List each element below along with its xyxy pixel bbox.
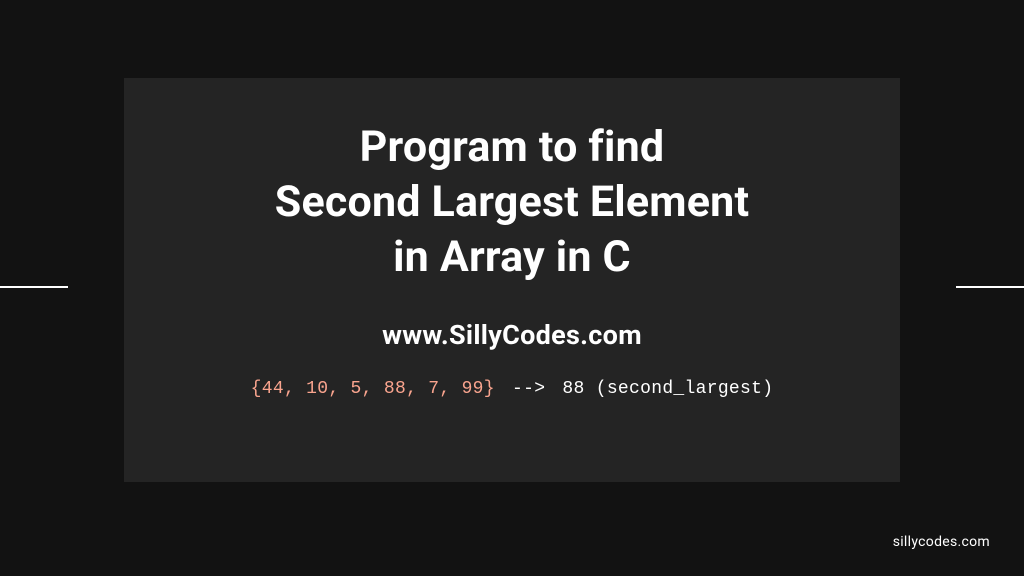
footer-brand: sillycodes.com [893, 534, 990, 550]
title-line-3: in Array in C [275, 230, 749, 285]
code-result: 88 (second_largest) [562, 379, 773, 399]
code-example: {44, 10, 5, 88, 7, 99} --> 88 (second_la… [251, 379, 774, 399]
decorative-line-right [956, 286, 1024, 288]
main-title: Program to find Second Largest Element i… [275, 120, 749, 285]
content-card: Program to find Second Largest Element i… [124, 78, 900, 482]
code-arrow: --> [501, 379, 557, 399]
title-line-1: Program to find [275, 120, 749, 175]
decorative-line-left [0, 286, 68, 288]
title-line-2: Second Largest Element [275, 175, 749, 230]
code-array-literal: {44, 10, 5, 88, 7, 99} [251, 379, 495, 399]
website-url: www.SillyCodes.com [382, 319, 642, 351]
